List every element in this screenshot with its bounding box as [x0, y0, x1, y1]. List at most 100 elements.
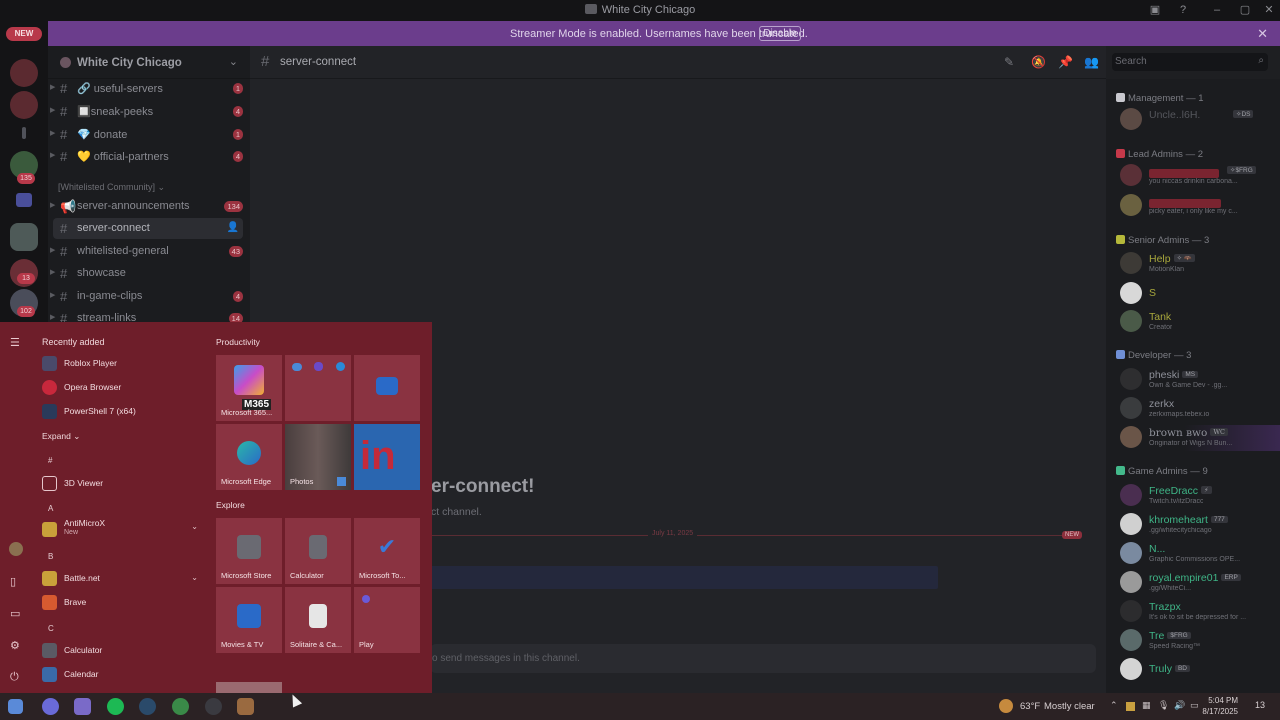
steam-icon[interactable] — [139, 698, 156, 715]
member-item[interactable]: picky eater, i only like my c... — [1120, 193, 1276, 219]
member-item[interactable]: FreeDracc ⚡ Twitch.tv/itzDracc — [1120, 483, 1276, 509]
app-item[interactable]: AntiMicroX New ⌄ — [42, 518, 202, 544]
clock-date[interactable]: 8/17/2025 — [1200, 707, 1238, 716]
server-icon[interactable] — [10, 223, 38, 251]
windows-start-icon[interactable] — [8, 699, 23, 714]
tile-todo[interactable]: ✔ Microsoft To... — [354, 518, 420, 584]
volume-icon[interactable]: 🔊 — [1174, 700, 1185, 711]
channel-item[interactable]: ▶ # whitelisted-general 43 — [50, 241, 243, 262]
inbox-icon[interactable]: ▣ — [1146, 2, 1164, 18]
member-item[interactable]: ✧$FRG you niccas drinkin carbona... — [1120, 163, 1276, 189]
member-item[interactable]: brown ʙᴡᴏ WC Originator of Wigs N Bun... — [1120, 425, 1280, 451]
server-icon[interactable] — [10, 59, 38, 87]
tile-photos[interactable]: Photos — [285, 424, 351, 490]
weather-icon[interactable] — [999, 699, 1013, 713]
settings-icon[interactable]: ⚙ — [10, 639, 20, 652]
app-item[interactable]: Roblox Player — [42, 354, 202, 374]
mute-icon[interactable]: 🔕 — [1031, 55, 1046, 69]
tile-outlook[interactable] — [354, 355, 420, 421]
expand-button[interactable]: Expand ⌄ — [42, 431, 80, 442]
letter-header[interactable]: A — [48, 504, 53, 513]
network-icon[interactable]: ▦ — [1142, 700, 1151, 711]
channel-item[interactable]: ▶ # 💎 donate 1 — [50, 124, 243, 145]
folder-icon[interactable] — [16, 193, 32, 207]
tile-store[interactable]: Microsoft Store — [216, 518, 282, 584]
tile-linkedin[interactable]: in — [354, 424, 420, 490]
threads-icon[interactable]: ✎ — [1004, 55, 1014, 69]
member-item[interactable]: Trazpx It's ok to sit be depressed for ..… — [1120, 599, 1276, 625]
member-item[interactable]: Help ✧ 🦇 MotionKlan — [1120, 251, 1276, 277]
folder-icon — [42, 522, 57, 537]
weather-condition[interactable]: Mostly clear — [1044, 701, 1095, 712]
tile-partial[interactable] — [216, 682, 282, 693]
app-item[interactable]: Calendar — [42, 665, 202, 685]
close-icon[interactable]: ✕ — [1257, 26, 1268, 42]
channel-item-active[interactable]: # server-connect 👤 — [53, 218, 243, 239]
spotify-icon[interactable] — [107, 698, 124, 715]
help-icon[interactable]: ? — [1174, 2, 1192, 18]
message-composer[interactable]: o send messages in this channel. — [430, 644, 1096, 673]
microphone-icon[interactable]: 🎙 — [1158, 700, 1169, 711]
discord-icon[interactable] — [42, 698, 59, 715]
channel-item[interactable]: ▶ # showcase — [50, 263, 243, 284]
member-item[interactable]: zerkx zerkxmaps.tebex.io — [1120, 396, 1276, 422]
member-item[interactable]: Tank Creator — [1120, 309, 1276, 335]
app-item[interactable]: 3D Viewer — [42, 474, 202, 494]
member-item[interactable]: Truly BD — [1120, 657, 1276, 683]
members-icon[interactable]: 👥 — [1084, 55, 1099, 69]
member-item[interactable]: Tre $FRG Speed Racing™ — [1120, 628, 1276, 654]
channel-item[interactable]: ▶ # 🔗 useful-servers 1 — [50, 78, 243, 99]
tile-solitaire[interactable]: Solitaire & Ca... — [285, 587, 351, 653]
notification-badge[interactable]: 13 — [1255, 700, 1265, 710]
member-item[interactable]: S — [1120, 281, 1276, 307]
maximize-button[interactable]: ▢ — [1236, 2, 1254, 18]
member-item[interactable]: N... Graphic Commissions OPE... — [1120, 541, 1276, 567]
chevron-up-icon[interactable]: ⌃ — [1110, 700, 1118, 711]
hamburger-icon[interactable]: ☰ — [10, 336, 20, 349]
member-item[interactable]: pheski MS Own & Game Dev - .gg... — [1120, 367, 1276, 393]
battery-icon[interactable]: ▭ — [1190, 700, 1199, 711]
clock-time[interactable]: 5:04 PM — [1208, 696, 1238, 705]
chrome-icon[interactable] — [172, 698, 189, 715]
tile-office-group[interactable] — [285, 355, 351, 421]
search-input[interactable]: Search ⌕ — [1112, 53, 1268, 71]
close-window-button[interactable]: ✕ — [1260, 2, 1278, 18]
app-item[interactable]: Battle.net ⌄ — [42, 569, 202, 589]
speedometer-icon[interactable] — [205, 698, 222, 715]
guild-header[interactable]: White City Chicago ⌄ — [48, 46, 250, 79]
pictures-icon[interactable]: ▭ — [10, 607, 20, 620]
tile-calculator[interactable]: Calculator — [285, 518, 351, 584]
tile-movies[interactable]: Movies & TV — [216, 587, 282, 653]
tile-microsoft-365[interactable]: M365 Microsoft 365... — [216, 355, 282, 421]
user-avatar[interactable] — [9, 542, 23, 556]
server-icon[interactable] — [10, 91, 38, 119]
app-item[interactable]: Opera Browser — [42, 378, 202, 398]
gamepad-icon[interactable] — [74, 698, 91, 715]
letter-header[interactable]: # — [48, 456, 52, 465]
member-item[interactable]: royal.empire01 ERP .gg/WhiteCi... — [1120, 570, 1276, 596]
channel-item[interactable]: ▶ 📢 server-announcements 134 — [50, 196, 243, 217]
tile-play[interactable]: Play — [354, 587, 420, 653]
document-icon[interactable]: ▯ — [10, 575, 16, 588]
minimize-button[interactable]: – — [1208, 2, 1226, 18]
tile-edge[interactable]: Microsoft Edge — [216, 424, 282, 490]
member-item[interactable]: Uncle..l6H. ✧DS — [1120, 107, 1276, 133]
channel-item[interactable]: ▶ # 🔲sneak-peeks 4 — [50, 101, 243, 122]
channel-item[interactable]: ▶ # 💛 official-partners 4 — [50, 146, 243, 167]
disable-button[interactable]: Disable — [759, 26, 801, 41]
pin-icon[interactable]: 📌 — [1058, 55, 1073, 69]
avatar — [1120, 164, 1142, 186]
letter-header[interactable]: B — [48, 552, 53, 561]
tray-app-icon[interactable] — [1126, 702, 1135, 711]
add-member-icon[interactable]: 👤 — [227, 222, 239, 233]
app-icon[interactable] — [237, 698, 254, 715]
app-item[interactable]: PowerShell 7 (x64) — [42, 402, 202, 422]
category-header[interactable]: [Whitelisted Community] ⌄ — [58, 182, 165, 193]
letter-header[interactable]: C — [48, 624, 54, 633]
member-item[interactable]: khromeheart 777 .gg/whitecitychicago — [1120, 512, 1276, 538]
channel-item[interactable]: ▶ # in-game-clips 4 — [50, 286, 243, 307]
app-item[interactable]: Brave — [42, 593, 202, 613]
power-icon[interactable]: ⏻ — [10, 671, 19, 684]
app-item[interactable]: Calculator — [42, 641, 202, 661]
weather-temp[interactable]: 63°F — [1020, 701, 1040, 712]
